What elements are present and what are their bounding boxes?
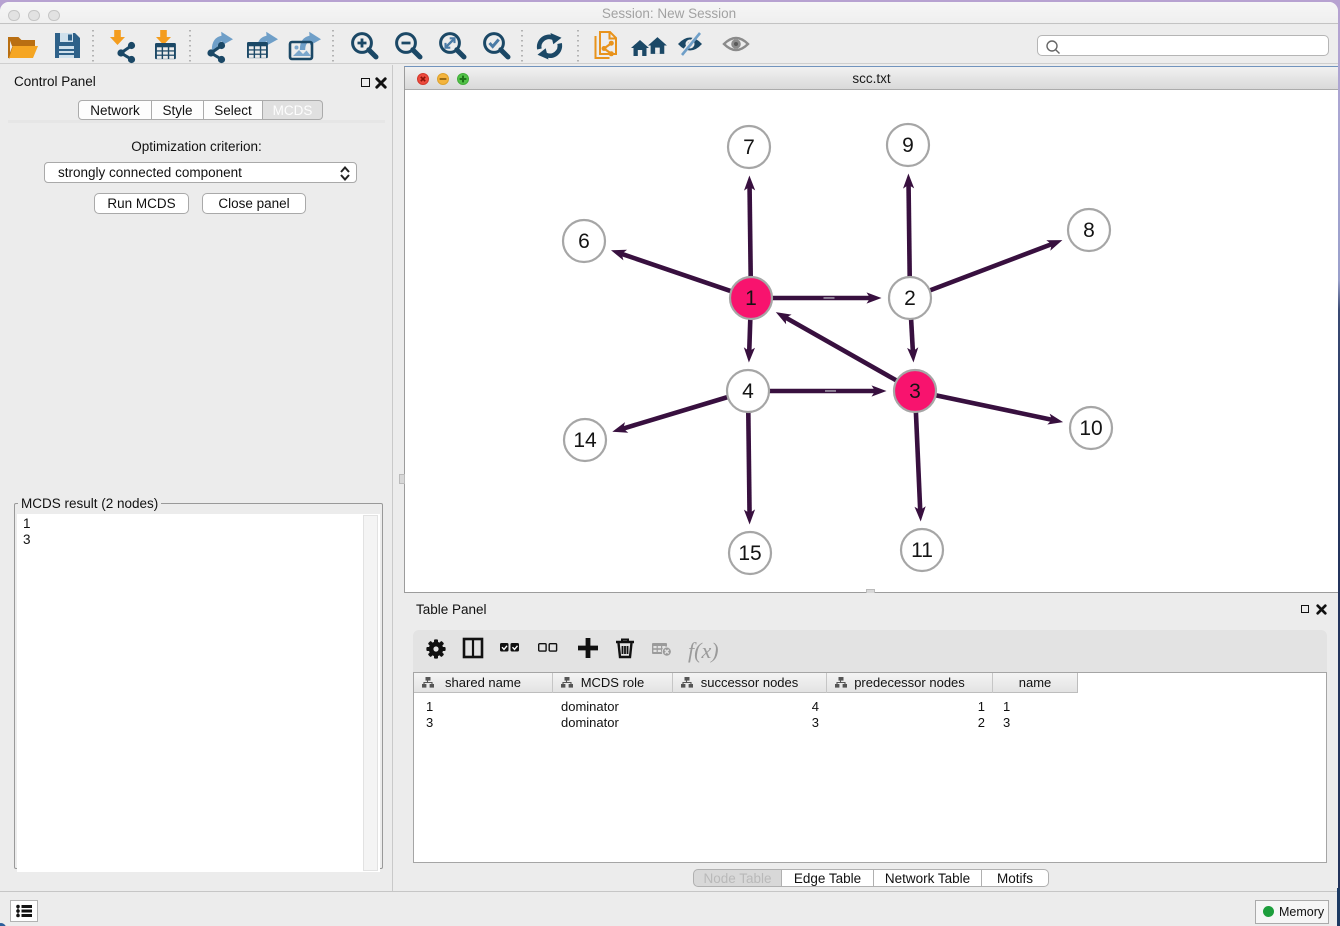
svg-text:9: 9 [902, 134, 914, 157]
svg-text:10: 10 [1079, 417, 1102, 440]
svg-text:4: 4 [742, 380, 754, 403]
svg-text:14: 14 [573, 429, 597, 452]
svg-text:7: 7 [743, 136, 755, 159]
svg-text:11: 11 [911, 539, 933, 562]
svg-text:1: 1 [745, 287, 757, 310]
svg-text:2: 2 [904, 287, 916, 310]
svg-text:15: 15 [738, 542, 761, 565]
svg-text:f(x): f(x) [688, 638, 719, 663]
svg-text:6: 6 [578, 230, 590, 253]
svg-text:3: 3 [909, 380, 921, 403]
svg-text:8: 8 [1083, 219, 1095, 242]
